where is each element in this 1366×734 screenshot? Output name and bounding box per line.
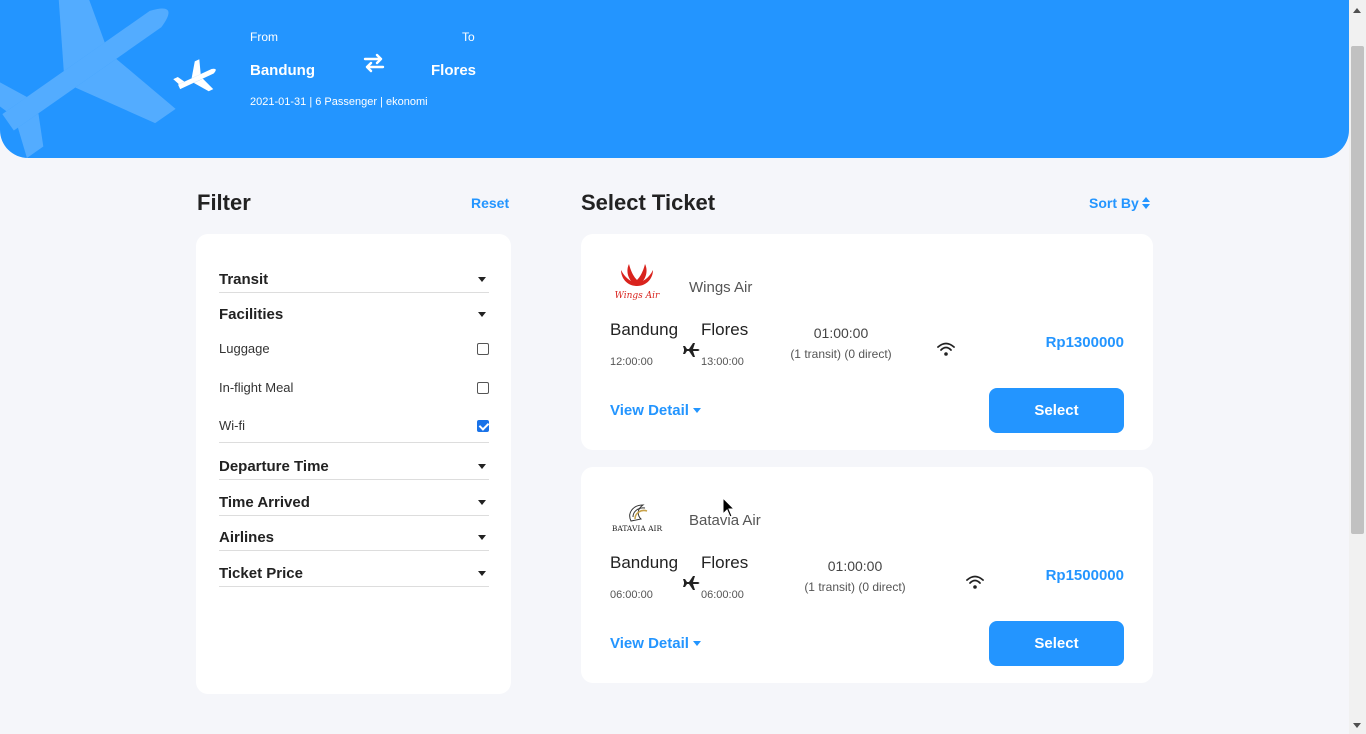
filter-title: Filter <box>197 190 251 215</box>
plane-icon <box>683 576 700 590</box>
filter-transit-label: Transit <box>219 271 269 288</box>
select-ticket-button[interactable]: Select <box>989 388 1124 433</box>
caret-down-icon <box>478 277 486 282</box>
wifi-icon <box>937 342 955 356</box>
view-detail-label: View Detail <box>610 635 689 652</box>
facility-option-label: In-flight Meal <box>219 380 294 395</box>
arrival-time: 06:00:00 <box>701 589 744 601</box>
wings-air-logo-icon: Wings Air <box>615 264 660 301</box>
divider <box>219 442 489 443</box>
filter-price-label: Ticket Price <box>219 565 303 582</box>
facility-option-label: Wi-fi <box>219 418 245 433</box>
transit-info: (1 transit) (0 direct) <box>790 347 892 361</box>
search-summary-header: From To Bandung Flores 2021-01-31 | 6 Pa… <box>0 0 1349 158</box>
origin-city: Bandung <box>610 320 679 339</box>
to-label: To <box>462 30 475 44</box>
airline-name: Wings Air <box>689 279 753 296</box>
svg-text:BATAVIA AIR: BATAVIA AIR <box>612 524 663 533</box>
reset-button[interactable]: Reset <box>471 195 509 211</box>
destination-city: Flores <box>701 553 749 572</box>
sort-by-button[interactable]: Sort By <box>1089 195 1150 211</box>
ticket-card: BATAVIA AIR Batavia Air Bandung Flores 0… <box>581 467 1153 683</box>
arrival-time: 13:00:00 <box>701 356 744 368</box>
mouse-cursor-icon <box>722 497 736 518</box>
facility-option-luggage: Luggage <box>219 341 489 356</box>
view-detail-link[interactable]: View Detail <box>610 402 701 419</box>
filter-arrived-label: Time Arrived <box>219 494 310 511</box>
trip-info: 2021-01-31 | 6 Passenger | ekonomi <box>250 96 428 108</box>
filter-facilities-label: Facilities <box>219 306 284 323</box>
select-ticket-title: Select Ticket <box>581 190 716 215</box>
caret-down-icon <box>692 408 701 413</box>
to-city: Flores <box>431 62 477 79</box>
filter-time-arrived[interactable]: Time Arrived <box>219 494 489 516</box>
caret-down-icon <box>478 464 486 469</box>
destination-city: Flores <box>701 320 749 339</box>
caret-down-icon <box>478 500 486 505</box>
luggage-checkbox[interactable] <box>477 343 489 355</box>
wifi-checkbox[interactable] <box>477 420 489 432</box>
view-detail-link[interactable]: View Detail <box>610 635 701 652</box>
inflight-meal-checkbox[interactable] <box>477 382 489 394</box>
ticket-price: Rp1500000 <box>1045 567 1124 584</box>
svg-text:Wings Air: Wings Air <box>615 291 660 301</box>
caret-down-icon <box>692 641 701 646</box>
filter-panel: Transit Facilities Luggage In-flight Mea… <box>196 234 511 694</box>
select-ticket-button[interactable]: Select <box>989 621 1124 666</box>
caret-down-icon <box>478 312 486 317</box>
view-detail-label: View Detail <box>610 402 689 419</box>
facility-option-meal: In-flight Meal <box>219 380 489 395</box>
filter-transit[interactable]: Transit <box>219 271 489 293</box>
plane-icon <box>173 59 216 92</box>
filter-departure-label: Departure Time <box>219 458 329 475</box>
scroll-up-arrow-icon[interactable] <box>1353 8 1361 13</box>
scroll-down-arrow-icon[interactable] <box>1353 723 1361 728</box>
sort-icon <box>1141 197 1150 209</box>
filter-departure-time[interactable]: Departure Time <box>219 458 489 480</box>
from-label: From <box>250 30 278 44</box>
facility-option-wifi: Wi-fi <box>219 418 489 433</box>
from-city: Bandung <box>250 62 315 79</box>
wifi-icon <box>966 575 984 589</box>
sort-by-label: Sort By <box>1089 195 1139 211</box>
caret-down-icon <box>478 535 486 540</box>
flight-duration: 01:00:00 <box>827 558 883 574</box>
filter-airlines[interactable]: Airlines <box>219 529 489 551</box>
page-scrollbar[interactable] <box>1349 0 1366 734</box>
departure-time: 12:00:00 <box>610 356 653 368</box>
flight-duration: 01:00:00 <box>813 325 869 341</box>
filter-facilities[interactable]: Facilities <box>219 306 489 327</box>
ticket-card: Wings Air Wings Air Bandung Flores 12:00… <box>581 234 1153 450</box>
ticket-price: Rp1300000 <box>1045 334 1124 351</box>
transit-info: (1 transit) (0 direct) <box>804 580 906 594</box>
swap-arrows-icon[interactable] <box>362 52 386 74</box>
facility-option-label: Luggage <box>219 341 270 356</box>
batavia-air-logo-icon: BATAVIA AIR <box>612 504 663 533</box>
scroll-thumb[interactable] <box>1351 46 1364 534</box>
filter-airlines-label: Airlines <box>219 529 275 546</box>
origin-city: Bandung <box>610 553 679 572</box>
filter-ticket-price[interactable]: Ticket Price <box>219 565 489 587</box>
departure-time: 06:00:00 <box>610 589 653 601</box>
caret-down-icon <box>478 571 486 576</box>
plane-icon <box>683 343 700 357</box>
